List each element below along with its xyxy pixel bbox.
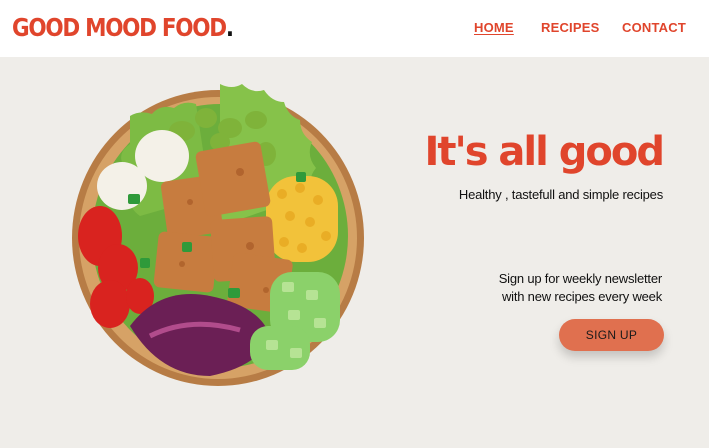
newsletter-text: Sign up for weekly newsletter with new r…: [462, 270, 662, 306]
newsletter-line-2: with new recipes every week: [501, 289, 662, 304]
sign-up-button[interactable]: SIGN UP: [559, 319, 664, 351]
site-logo[interactable]: GOOD MOOD FOOD.: [12, 12, 234, 44]
nav-home-link[interactable]: HOME: [474, 20, 514, 36]
logo-dot: .: [225, 13, 234, 42]
hero-headline: It's all good: [424, 129, 665, 175]
site-header: GOOD MOOD FOOD. HOME RECIPES CONTACT: [0, 0, 709, 57]
salad-bowl-image: [72, 84, 364, 386]
logo-text: GOOD MOOD FOOD: [12, 13, 227, 42]
hero-subheadline: Healthy , tastefull and simple recipes: [458, 187, 663, 202]
nav-recipes-link[interactable]: RECIPES: [541, 20, 599, 36]
newsletter-line-1: Sign up for weekly newsletter: [498, 271, 662, 286]
nav-contact-link[interactable]: CONTACT: [622, 20, 686, 36]
